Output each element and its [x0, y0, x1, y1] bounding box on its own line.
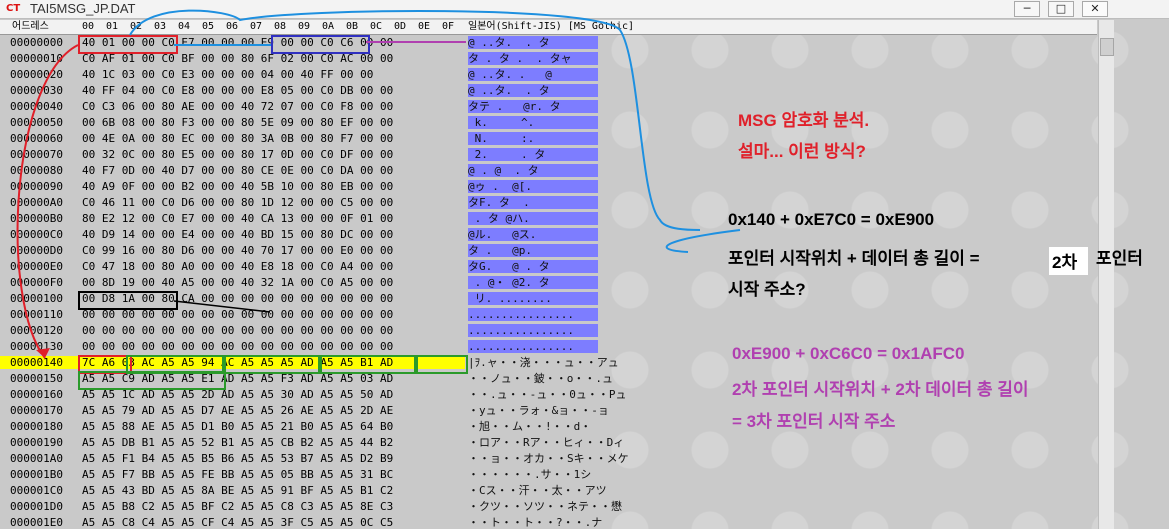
black-connector [173, 300, 271, 313]
annotation-arrows [16, 9, 741, 359]
equation-1-suffix: 포인터 [1096, 249, 1143, 268]
red-arrow [16, 44, 79, 359]
equation-2: 0xE900 + 0xC6C0 = 0x1AFC0 [732, 344, 965, 363]
equation-2-desc-2: = 3차 포인터 시작 주소 [732, 412, 896, 431]
equation-1-desc: 포인터 시작위치 + 데이터 총 길이 = [728, 249, 980, 268]
blue-arrow [129, 9, 701, 231]
equation-1: 0x140 + 0xE7C0 = 0xE900 [728, 210, 935, 229]
annotation-subtitle: 설마... 이런 방식? [738, 142, 866, 161]
equation-2-desc: 2차 포인터 시작위치 + 2차 데이터 총 길이 [732, 380, 1029, 399]
equation-1-box-label: 2차 [1052, 253, 1078, 272]
equation-1-desc-2: 시작 주소? [728, 280, 806, 299]
annotation-title: MSG 암호화 분석. [738, 111, 870, 130]
